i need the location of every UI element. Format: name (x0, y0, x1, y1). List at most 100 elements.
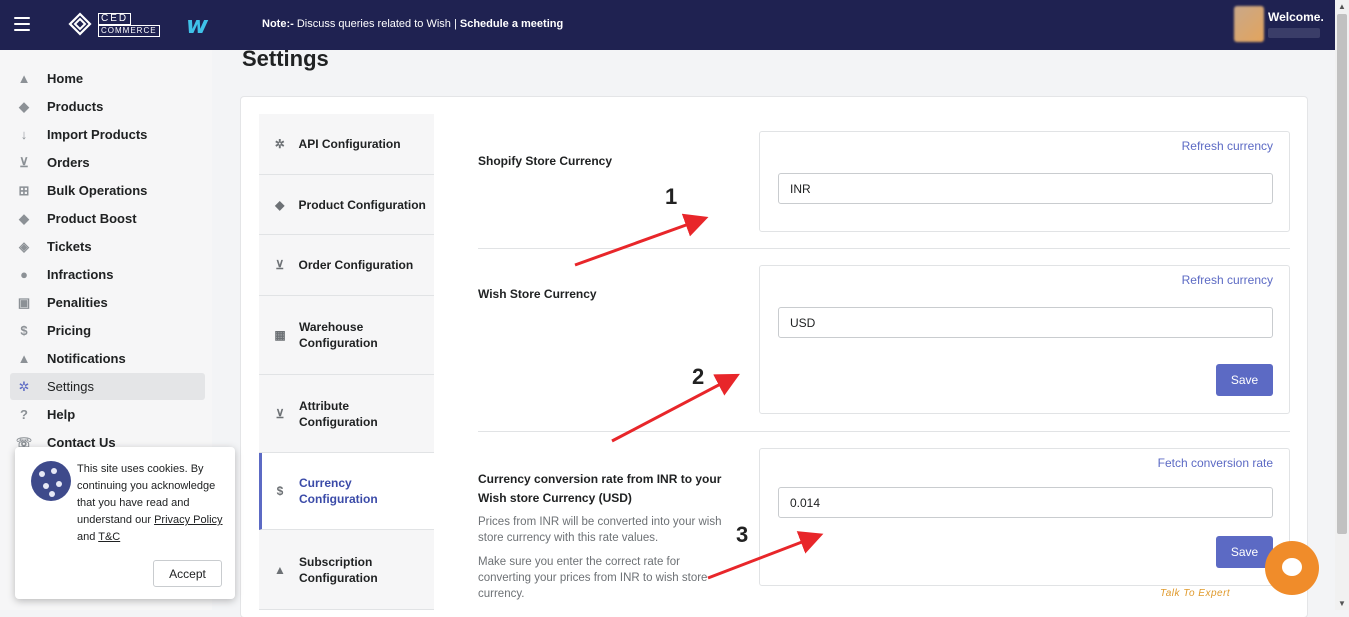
tag-icon: ◆ (275, 197, 285, 212)
conversion-hint: Prices from INR will be converted into y… (478, 516, 722, 544)
ticket-icon: ◈ (19, 238, 29, 254)
tab-label: API Configuration (298, 137, 401, 151)
tab-label: Warehouse Configuration (299, 320, 378, 350)
conversion-rate-box: Fetch conversion rate Save (759, 448, 1290, 586)
sidebar-item-help[interactable]: ? Help (10, 401, 205, 428)
sidebar-item-bulk-operations[interactable]: ⊞ Bulk Operations (10, 177, 205, 204)
arrow-down-icon: ↓ (20, 127, 28, 142)
tab-currency-configuration[interactable]: $ Currency Configuration (259, 453, 434, 530)
scroll-up-icon[interactable]: ▲ (1338, 2, 1346, 11)
tab-label: Currency Configuration (299, 476, 378, 506)
sidebar-item-penalities[interactable]: ▣ Penalities (10, 289, 205, 316)
bell-icon: ▲ (17, 351, 31, 366)
fetch-conversion-rate-link[interactable]: Fetch conversion rate (1158, 456, 1273, 470)
sidebar-item-orders[interactable]: ⊻ Orders (10, 149, 205, 176)
percent-receipt-icon: ▣ (17, 294, 31, 310)
wish-logo: w (186, 11, 209, 39)
annotation-number-3: 3 (736, 522, 749, 547)
cedcommerce-logo-icon (68, 12, 92, 36)
sidebar-item-tickets[interactable]: ◈ Tickets (10, 233, 205, 260)
conversion-warning: Make sure you enter the correct rate for… (478, 556, 708, 600)
cookie-text-and: and (77, 531, 99, 543)
store-icon: ▦ (274, 328, 286, 342)
sidebar-item-label: Penalities (47, 295, 108, 310)
shopify-currency-label: Shopify Store Currency (478, 154, 613, 168)
inbox-download-icon: ⊻ (19, 154, 29, 170)
top-bar: CED COMMERCE w Note:- Discuss queries re… (0, 0, 1335, 50)
shopify-currency-input[interactable] (778, 173, 1273, 204)
sidebar-item-label: Settings (47, 379, 94, 394)
section-divider (478, 431, 1290, 432)
tag-icon: ◆ (19, 210, 29, 226)
alert-circle-icon: ● (20, 267, 28, 282)
wish-currency-label: Wish Store Currency (478, 287, 597, 301)
section-divider (478, 248, 1290, 249)
refresh-currency-link[interactable]: Refresh currency (1182, 139, 1273, 153)
scroll-down-icon[interactable]: ▼ (1338, 599, 1346, 608)
talk-to-expert-label: Talk To Expert (1160, 588, 1231, 599)
scroll-thumb[interactable] (1337, 14, 1347, 534)
wish-currency-box: Refresh currency Save (759, 265, 1290, 414)
grid-plus-icon: ⊞ (18, 182, 30, 198)
privacy-policy-link[interactable]: Privacy Policy (154, 514, 222, 526)
sidebar-item-product-boost[interactable]: ◆ Product Boost (10, 205, 205, 232)
tab-attribute-configuration[interactable]: ⊻ Attribute Configuration (259, 375, 434, 453)
accept-cookies-button[interactable]: Accept (153, 560, 222, 587)
shopify-currency-box: Refresh currency (759, 131, 1290, 232)
tab-label: Attribute Configuration (299, 398, 378, 429)
sidebar-item-label: Home (47, 71, 84, 86)
sidebar-item-label: Orders (47, 155, 90, 170)
cookie-icon (31, 461, 71, 501)
wish-currency-input[interactable] (778, 307, 1273, 338)
tab-order-configuration[interactable]: ⊻ Order Configuration (259, 235, 434, 296)
chat-button[interactable] (1265, 541, 1319, 595)
conversion-rate-label: Currency conversion rate from INR to you… (478, 472, 722, 505)
tab-subscription-configuration[interactable]: ▲ Subscription Configuration (259, 530, 434, 610)
page-scrollbar[interactable]: ▲ ▼ (1335, 0, 1349, 610)
sidebar-item-import-products[interactable]: ↓ Import Products (10, 121, 205, 148)
inbox-download-icon: ⊻ (275, 258, 285, 272)
sidebar-item-label: Pricing (47, 323, 92, 338)
sidebar-item-label: Product Boost (47, 211, 137, 226)
chat-bubble-icon (1282, 558, 1302, 576)
page-title: Settings (242, 46, 329, 71)
tab-product-configuration[interactable]: ◆ Product Configuration (259, 175, 434, 235)
conversion-rate-input[interactable] (778, 487, 1273, 518)
sidebar-item-infractions[interactable]: ● Infractions (10, 261, 205, 288)
sidebar-item-home[interactable]: ▲ Home (10, 65, 205, 92)
welcome-text[interactable]: Welcome. (1268, 10, 1324, 24)
tab-api-configuration[interactable]: ✲ API Configuration (259, 114, 434, 175)
sidebar-item-label: Import Products (47, 127, 148, 142)
sidebar-item-label: Help (47, 407, 76, 422)
sidebar-item-pricing[interactable]: $ Pricing (10, 317, 205, 344)
avatar[interactable] (1234, 6, 1264, 42)
logo-text-bottom: COMMERCE (98, 25, 160, 37)
refresh-currency-link[interactable]: Refresh currency (1182, 273, 1273, 287)
tab-label: Order Configuration (298, 258, 414, 272)
note-text: Discuss queries related to Wish | (293, 18, 460, 30)
note-prefix: Note:- (262, 18, 294, 30)
cedcommerce-logo[interactable]: CED COMMERCE (98, 13, 182, 37)
save-button[interactable]: Save (1216, 364, 1273, 396)
tab-label: Subscription Configuration (299, 554, 378, 585)
sidebar-item-label: Infractions (47, 267, 114, 282)
sidebar-item-settings[interactable]: ✲ Settings (10, 373, 205, 400)
cookie-notice: This site uses cookies. By continuing yo… (15, 447, 235, 599)
hamburger-menu-icon[interactable] (14, 17, 30, 31)
dollar-circle-icon: $ (20, 323, 28, 338)
sidebar-item-label: Products (47, 99, 104, 114)
tag-icon: ◆ (19, 98, 29, 114)
sidebar-item-notifications[interactable]: ▲ Notifications (10, 345, 205, 372)
schedule-meeting-link[interactable]: Schedule a meeting (460, 18, 563, 30)
sidebar-item-products[interactable]: ◆ Products (10, 93, 205, 120)
sidebar-item-label: Notifications (47, 351, 126, 366)
tab-warehouse-configuration[interactable]: ▦ Warehouse Configuration (259, 296, 434, 375)
inbox-download-icon: ⊻ (275, 406, 285, 421)
question-circle-icon: ? (20, 407, 28, 422)
terms-link[interactable]: T&C (98, 531, 120, 543)
gear-icon: ✲ (274, 137, 285, 151)
tab-label: Product Configuration (298, 197, 426, 212)
annotation-number-1: 1 (665, 184, 678, 209)
dollar-circle-icon: $ (276, 484, 284, 498)
note-banner: Note:- Discuss queries related to Wish |… (262, 18, 563, 30)
